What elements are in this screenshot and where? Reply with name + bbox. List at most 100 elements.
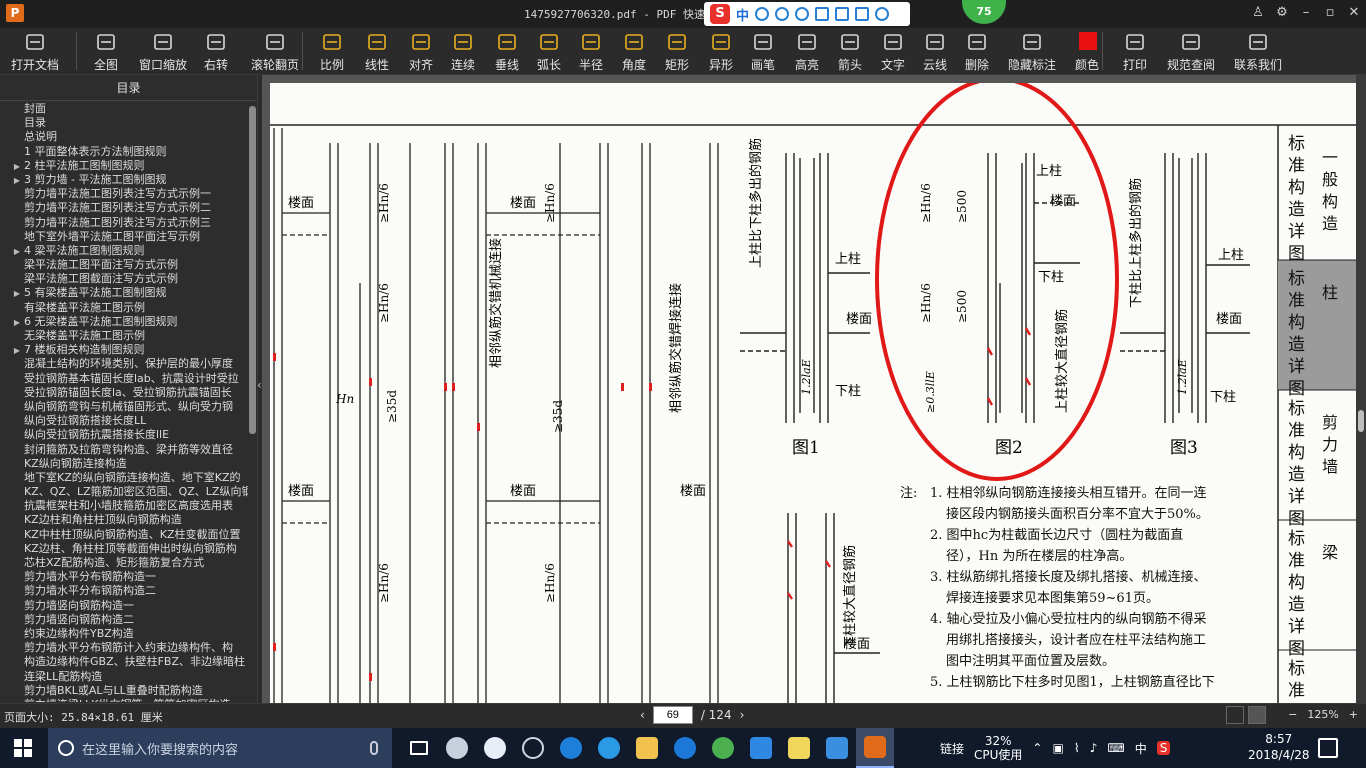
tool-angle-button[interactable]: 角度: [614, 30, 654, 74]
toc-item[interactable]: 剪力墙平法施工图列表注写方式示例三: [0, 216, 248, 230]
expand-arrow-icon[interactable]: ▶: [10, 287, 24, 300]
toc-item[interactable]: 抗震框架柱和小墙肢箍筋加密区高度选用表: [0, 499, 248, 513]
next-page-icon[interactable]: ›: [740, 708, 745, 722]
edge-blue-icon[interactable]: [552, 728, 590, 768]
toc-item[interactable]: KZ中柱柱顶纵向钢筋构造、KZ柱变截面位置: [0, 528, 248, 542]
link-label[interactable]: 链接: [940, 740, 964, 757]
chapter-tab[interactable]: 标准构造详图柱: [1278, 260, 1356, 399]
tool-fit-all-button[interactable]: 全图: [84, 30, 128, 74]
tool-cloud-line-button[interactable]: 云线: [914, 30, 956, 74]
close-button[interactable]: ✕: [1342, 0, 1366, 28]
tool-folder-button[interactable]: 打开文档: [4, 30, 66, 74]
chapter-tab[interactable]: 标准构造详图 一般构造: [1278, 125, 1356, 264]
action-center-icon[interactable]: [1318, 738, 1338, 758]
tool-perpendicular-button[interactable]: 垂线: [486, 30, 528, 74]
chapter-tab[interactable]: 标准构造详图梁: [1278, 520, 1356, 659]
expand-arrow-icon[interactable]: ▶: [10, 245, 24, 258]
tool-zoom-window-button[interactable]: 窗口缩放: [134, 30, 192, 74]
skin-icon[interactable]: [855, 7, 870, 21]
ime-mode[interactable]: 中: [736, 5, 749, 24]
toc-item[interactable]: 梁平法施工图截面注写方式示例: [0, 272, 248, 286]
tool-rotate-right-button[interactable]: 右转: [194, 30, 238, 74]
app-green-icon[interactable]: [704, 728, 742, 768]
tool-contact-button[interactable]: 联系我们: [1226, 30, 1290, 74]
toc-item[interactable]: 连梁LL配筋构造: [0, 670, 248, 684]
toc-item[interactable]: 剪力墙平法施工图列表注写方式示例二: [0, 201, 248, 215]
minimize-button[interactable]: –: [1294, 0, 1318, 28]
tool-highlighter-button[interactable]: 高亮: [786, 30, 828, 74]
toc-item[interactable]: 纵向钢筋弯钩与机械锚固形式、纵向受力钢: [0, 400, 248, 414]
tool-eraser-button[interactable]: 删除: [956, 30, 998, 74]
score-badge[interactable]: 75: [962, 0, 1006, 24]
toc-item[interactable]: 剪力墙竖向钢筋构造二: [0, 613, 248, 627]
toc-item[interactable]: 混凝土结构的环境类别、保护层的最小厚度: [0, 357, 248, 371]
app-spiral-icon[interactable]: [514, 728, 552, 768]
tool-rectangle-area-button[interactable]: 矩形: [656, 30, 698, 74]
maximize-button[interactable]: ▫: [1318, 0, 1342, 28]
toc-item[interactable]: 封面: [0, 102, 248, 116]
toc-item[interactable]: 地下室外墙平法施工图平面注写示例: [0, 230, 248, 244]
tray-people-icon[interactable]: ▣: [1052, 741, 1063, 755]
sogou-tray-icon[interactable]: S: [1156, 741, 1171, 755]
volume-icon[interactable]: ♪: [1090, 741, 1098, 755]
tool-polygon-area-button[interactable]: 异形: [700, 30, 742, 74]
keyboard-tray-icon[interactable]: ⌨: [1107, 741, 1124, 755]
cpu-usage[interactable]: 32% CPU使用: [974, 734, 1022, 762]
ie-icon[interactable]: [590, 728, 628, 768]
expand-arrow-icon[interactable]: ▶: [10, 344, 24, 357]
app-plus-icon[interactable]: [742, 728, 780, 768]
toc-item[interactable]: 剪力墙竖向钢筋构造一: [0, 599, 248, 613]
punctuation-icon[interactable]: [755, 7, 770, 21]
app-g-icon[interactable]: [666, 728, 704, 768]
toc-item[interactable]: 剪力墙水平分布钢筋构造二: [0, 584, 248, 598]
prev-page-icon[interactable]: ‹: [640, 708, 645, 722]
toc-item[interactable]: KZ边柱、角柱柱顶等截面伸出时纵向钢筋构: [0, 542, 248, 556]
tool-linear-measure-button[interactable]: 线性: [356, 30, 398, 74]
zoom-in-icon[interactable]: +: [1349, 708, 1358, 721]
user-icon[interactable]: [835, 7, 850, 21]
chapter-tab[interactable]: 标准构造详图 剪力墙: [1278, 390, 1356, 529]
toc-item[interactable]: 地下室KZ的纵向钢筋连接构造、地下室KZ的: [0, 471, 248, 485]
toc-scroll-thumb[interactable]: [249, 106, 256, 434]
toc-item[interactable]: ▶ 7 楼板相关构造制图规则: [0, 343, 248, 357]
expand-arrow-icon[interactable]: ▶: [10, 316, 24, 329]
app-bag-icon[interactable]: [818, 728, 856, 768]
single-page-view-button[interactable]: [1248, 706, 1266, 724]
toc-item[interactable]: 纵向受拉钢筋搭接长度LL: [0, 414, 248, 428]
app-pinwheel-icon[interactable]: [438, 728, 476, 768]
toc-item[interactable]: 受拉钢筋锚固长度la、受拉钢筋抗震锚固长: [0, 386, 248, 400]
zoom-level[interactable]: 125%: [1307, 708, 1338, 721]
tool-mouse-wheel-button[interactable]: 滚轮翻页: [246, 30, 304, 74]
pdf-viewer-taskbar-icon[interactable]: [856, 728, 894, 768]
tray-expand-icon[interactable]: ⌃: [1032, 741, 1042, 755]
tool-aligned-measure-button[interactable]: 对齐: [400, 30, 442, 74]
tool-radius-button[interactable]: 半径: [570, 30, 612, 74]
toc-item[interactable]: 封闭箍筋及拉筋弯钩构造、梁并筋等效直径: [0, 443, 248, 457]
toc-item[interactable]: ▶ 3 剪力墙 - 平法施工图制图规: [0, 173, 248, 187]
toc-item[interactable]: 受拉钢筋基本锚固长度lab、抗震设计时受拉: [0, 372, 248, 386]
toc-item[interactable]: KZ、QZ、LZ箍筋加密区范围、QZ、LZ纵向钢: [0, 485, 248, 499]
toc-item[interactable]: 剪力墙平法施工图列表注写方式示例一: [0, 187, 248, 201]
red-ellipse-annotation[interactable]: [875, 77, 1119, 481]
toc-item[interactable]: ▶ 4 梁平法施工图制图规则: [0, 244, 248, 258]
toc-item[interactable]: 无梁楼盖平法施工图示例: [0, 329, 248, 343]
app-notes-icon[interactable]: [780, 728, 818, 768]
two-page-view-button[interactable]: [1226, 706, 1244, 724]
toc-item[interactable]: KZ纵向钢筋连接构造: [0, 457, 248, 471]
document-viewer[interactable]: 楼面 楼面 楼面 楼面 楼面 Hn ≥35d ≥35d 相邻纵筋交错机械连接 相…: [262, 75, 1356, 703]
tools-icon[interactable]: [875, 7, 890, 21]
toc-item[interactable]: 剪力墙水平分布钢筋计入约束边缘构件、构: [0, 641, 248, 655]
microphone-icon[interactable]: [370, 741, 378, 755]
tool-arc-length-button[interactable]: 弧长: [528, 30, 570, 74]
toc-item[interactable]: ▶ 6 无梁楼盖平法施工图制图规则: [0, 315, 248, 329]
network-icon[interactable]: ⌇: [1074, 741, 1080, 755]
expand-arrow-icon[interactable]: ▶: [10, 160, 24, 173]
tool-scale-ruler-button[interactable]: 比例: [310, 30, 354, 74]
expand-arrow-icon[interactable]: ▶: [10, 174, 24, 187]
toc-item[interactable]: 芯柱XZ配筋构造、矩形箍筋复合方式: [0, 556, 248, 570]
toc-item[interactable]: 构造边缘构件GBZ、扶壁柱FBZ、非边缘暗柱: [0, 655, 248, 669]
account-icon[interactable]: ♙: [1246, 0, 1270, 28]
emoji-icon[interactable]: [775, 7, 790, 21]
tool-text-button[interactable]: 文字: [872, 30, 914, 74]
tool-continuous-measure-button[interactable]: 连续: [442, 30, 484, 74]
